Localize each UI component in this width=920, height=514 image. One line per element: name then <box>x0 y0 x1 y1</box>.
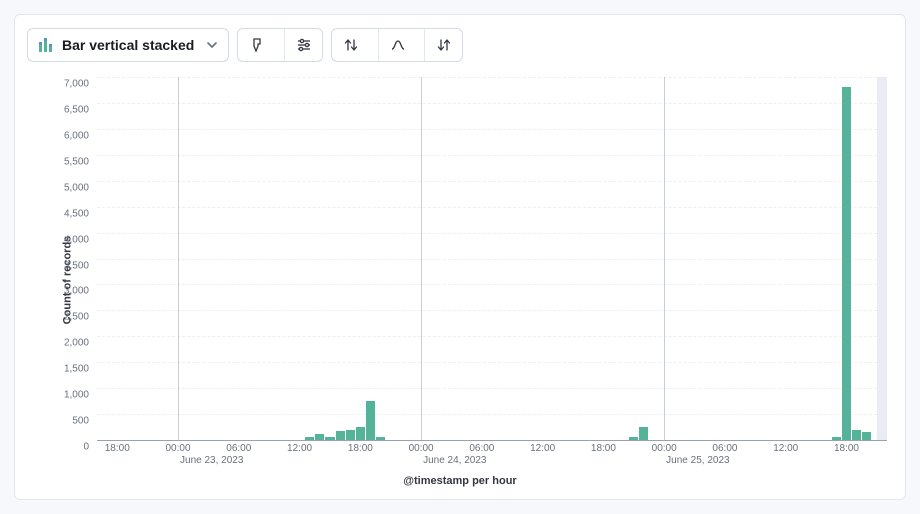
x-tick-label: 18:00 <box>348 443 373 454</box>
grid-line <box>97 259 887 260</box>
chart-bar[interactable] <box>639 427 648 440</box>
grid-line <box>97 284 887 285</box>
chart-bar[interactable] <box>852 430 861 440</box>
day-boundary-line <box>178 77 179 440</box>
chart-panel: Bar vertical stacked <box>14 14 906 500</box>
chart-bar[interactable] <box>346 430 355 440</box>
sliders-button[interactable] <box>284 29 322 61</box>
chart-bar[interactable] <box>842 87 851 440</box>
chart-bar[interactable] <box>336 431 345 440</box>
chart-bar[interactable] <box>376 437 385 440</box>
y-tick-label: 7,000 <box>64 79 89 90</box>
grid-line <box>97 310 887 311</box>
chart-bar[interactable] <box>305 437 314 440</box>
day-boundary-line <box>421 77 422 440</box>
sort-asc-button[interactable] <box>332 29 370 61</box>
y-tick-label: 4,500 <box>64 208 89 219</box>
chevron-down-icon <box>206 39 218 51</box>
grid-line <box>97 414 887 415</box>
x-date-label: June 23, 2023 <box>180 455 243 466</box>
x-tick-label: 06:00 <box>712 443 737 454</box>
chart-plot[interactable] <box>97 77 887 441</box>
sliders-icon <box>296 37 312 53</box>
grid-line <box>97 207 887 208</box>
chart-bar[interactable] <box>325 437 334 440</box>
curve-icon <box>390 37 406 53</box>
grid-line <box>97 129 887 130</box>
grid-line <box>97 233 887 234</box>
grid-line <box>97 336 887 337</box>
sort-desc-icon <box>436 37 452 53</box>
time-brush[interactable] <box>877 77 887 440</box>
sort-asc-icon <box>343 37 359 53</box>
day-boundary-line <box>664 77 665 440</box>
chart-bar[interactable] <box>832 437 841 440</box>
chart-bar[interactable] <box>862 432 871 440</box>
x-tick-label: 00:00 <box>409 443 434 454</box>
bar-stacked-icon <box>38 37 54 53</box>
y-tick-label: 6,500 <box>64 104 89 115</box>
x-tick-label: 18:00 <box>105 443 130 454</box>
y-axis-ticks: 05001,0001,5002,0002,5003,0003,5004,0004… <box>49 77 93 441</box>
sort-button-group <box>331 28 463 62</box>
sort-curve-button[interactable] <box>378 29 416 61</box>
y-tick-label: 5,500 <box>64 156 89 167</box>
x-tick-label: 12:00 <box>773 443 798 454</box>
y-tick-label: 1,500 <box>64 364 89 375</box>
grid-line <box>97 155 887 156</box>
x-axis-title: @timestamp per hour <box>403 475 516 487</box>
sort-desc-button <box>424 29 462 61</box>
x-axis-ticks: 18:00 00:00 06:00 12:00 18:00 00:00 06:00 12:00… <box>97 443 887 471</box>
x-tick-label: 18:00 <box>591 443 616 454</box>
y-tick-label: 3,000 <box>64 286 89 297</box>
style-button-group <box>237 28 323 62</box>
y-tick-label: 500 <box>72 416 89 427</box>
brush-button[interactable] <box>238 29 276 61</box>
y-tick-label: 6,000 <box>64 130 89 141</box>
x-tick-label: 06:00 <box>226 443 251 454</box>
y-tick-label: 0 <box>83 442 89 453</box>
y-tick-label: 1,000 <box>64 390 89 401</box>
brush-icon <box>249 37 265 53</box>
grid-line <box>97 77 887 78</box>
y-tick-label: 2,500 <box>64 312 89 323</box>
chart-toolbar: Bar vertical stacked <box>27 25 893 65</box>
chart-bar[interactable] <box>315 434 324 440</box>
chart-bar[interactable] <box>366 401 375 440</box>
y-tick-label: 3,500 <box>64 260 89 271</box>
grid-line <box>97 181 887 182</box>
x-tick-label: 00:00 <box>652 443 677 454</box>
chart-bar[interactable] <box>629 437 638 440</box>
y-tick-label: 4,000 <box>64 234 89 245</box>
y-tick-label: 2,000 <box>64 338 89 349</box>
chart-type-label: Bar vertical stacked <box>62 37 194 53</box>
x-tick-label: 00:00 <box>166 443 191 454</box>
x-date-label: June 24, 2023 <box>423 455 486 466</box>
chart-bar[interactable] <box>356 427 365 440</box>
grid-line <box>97 103 887 104</box>
x-tick-label: 12:00 <box>287 443 312 454</box>
grid-line <box>97 362 887 363</box>
grid-line <box>97 388 887 389</box>
x-date-label: June 25, 2023 <box>666 455 729 466</box>
x-tick-label: 18:00 <box>834 443 859 454</box>
chart-area: Count of records @timestamp per hour 050… <box>27 73 893 487</box>
x-tick-label: 12:00 <box>530 443 555 454</box>
chart-type-selector[interactable]: Bar vertical stacked <box>27 28 229 62</box>
x-tick-label: 06:00 <box>469 443 494 454</box>
y-tick-label: 5,000 <box>64 182 89 193</box>
